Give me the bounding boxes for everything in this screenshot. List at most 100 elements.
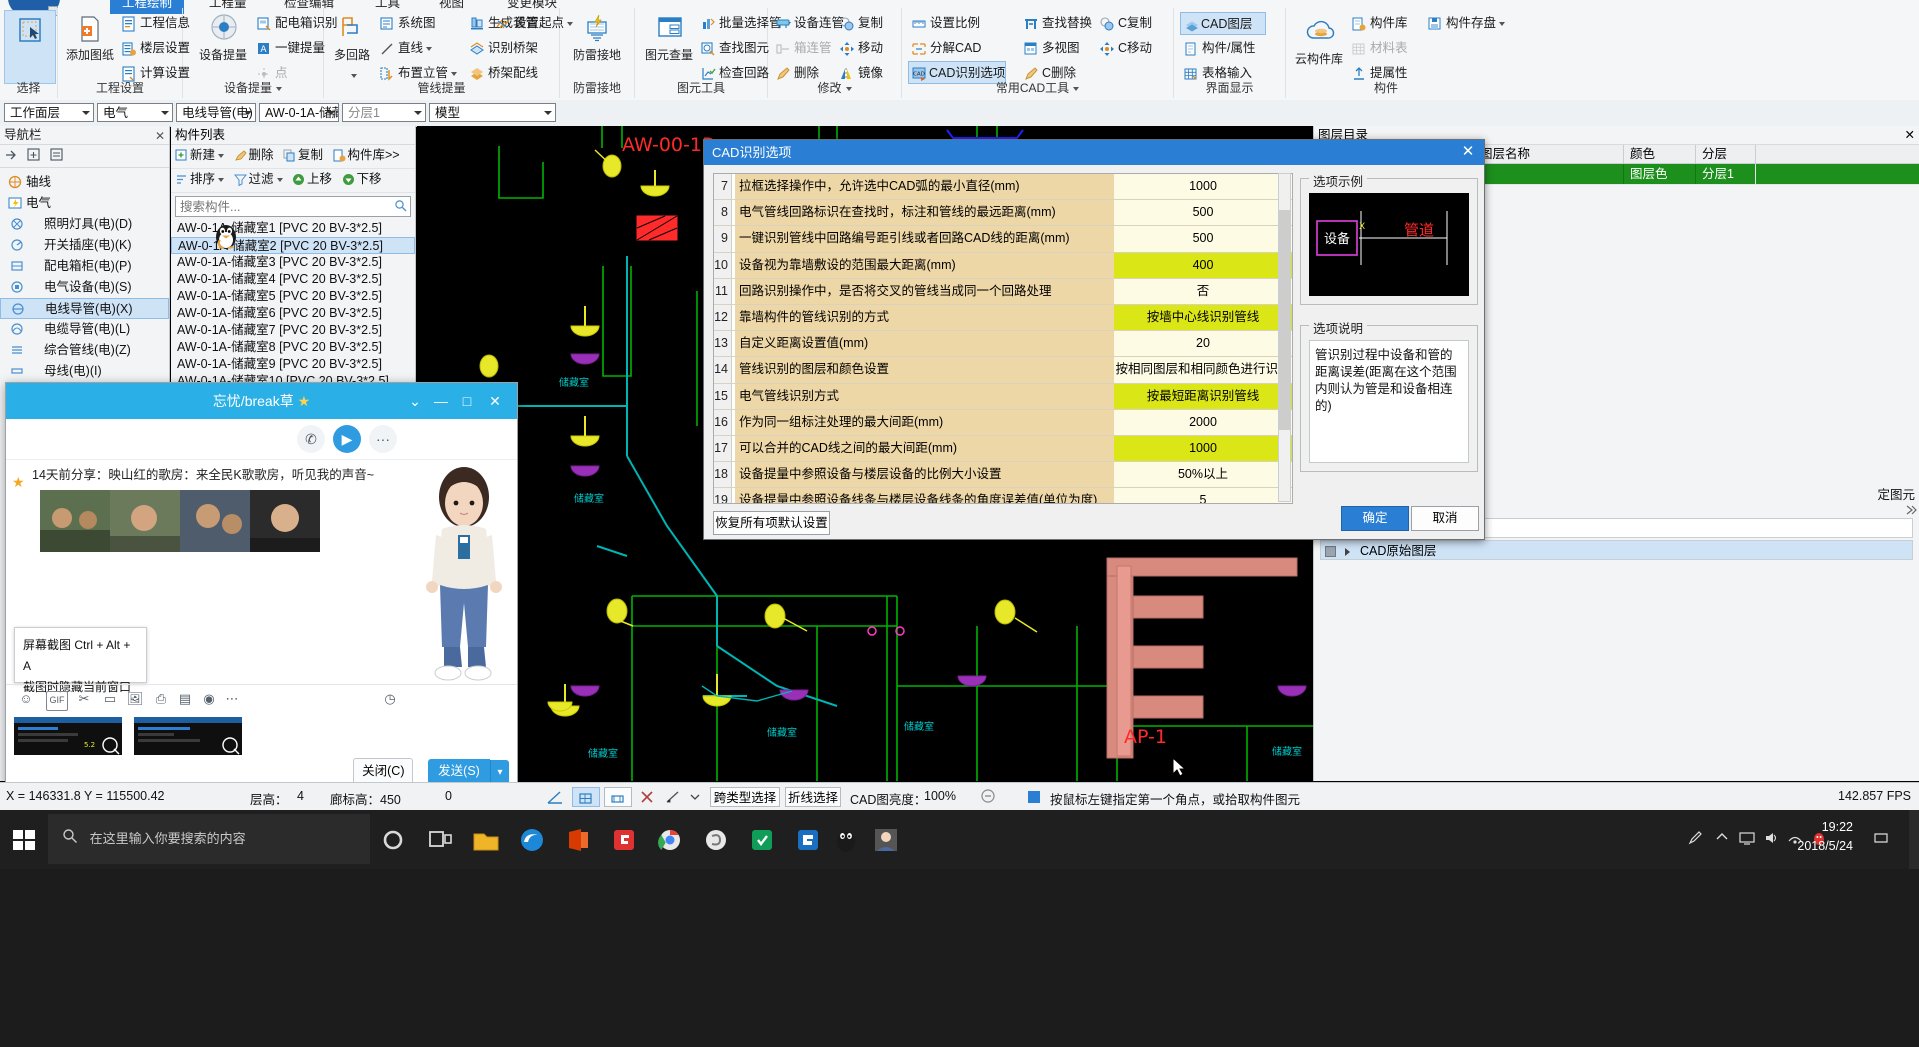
pen-icon[interactable] xyxy=(1687,830,1703,849)
list-item[interactable]: AW-0-1A-储藏室7 [PVC 20 BV-3*2.5] xyxy=(171,322,415,339)
list-item[interactable]: AW-0-1A-储藏室6 [PVC 20 BV-3*2.5] xyxy=(171,305,415,322)
minimize-button[interactable]: ⌄ xyxy=(405,391,425,411)
glodon-red-icon[interactable] xyxy=(604,820,644,860)
component-search-box[interactable] xyxy=(175,196,411,217)
row-value[interactable]: 1000 xyxy=(1114,435,1292,462)
table-row[interactable]: 8 电气管线回路标识在查找时，标注和管线的最远距离(mm) 500 xyxy=(714,200,1292,227)
shake-icon[interactable]: ⎙ xyxy=(151,691,171,709)
row-value[interactable]: 500 xyxy=(1114,226,1292,252)
component-save-button[interactable]: 构件存盘 xyxy=(1426,12,1506,35)
table-row[interactable]: 16 作为同一组标注处理的最大间距(mm) 2000 xyxy=(714,409,1292,436)
sidebar-item-busbar[interactable]: 母线(电)(I) xyxy=(0,361,169,382)
recent-screenshot-1[interactable]: 5.2 xyxy=(14,717,122,755)
list-item[interactable]: AW-0-1A-储藏室4 [PVC 20 BV-3*2.5] xyxy=(171,271,415,288)
monitor-icon[interactable] xyxy=(1739,830,1755,849)
c-copy-button[interactable]: C复制 xyxy=(1098,12,1152,35)
show-desktop-button[interactable] xyxy=(1909,810,1919,869)
row-value[interactable]: 按墙中心线识别管线 xyxy=(1114,304,1292,331)
multi-circuit-button[interactable]: 多回路 xyxy=(328,12,376,78)
qq-send-button[interactable]: 发送(S) xyxy=(428,759,490,784)
sort-button[interactable]: 排序 xyxy=(174,171,227,188)
nav-arrow-icon[interactable] xyxy=(4,147,19,162)
material-table-button[interactable]: 材料表 xyxy=(1350,37,1408,60)
recognize-tray-button[interactable]: 识别桥架 xyxy=(468,37,538,60)
options-grid[interactable]: 7 拉框选择操作中，允许选中CAD弧的最小直径(mm) 1000 8 电气管线回路标识… xyxy=(713,173,1293,504)
office-icon[interactable] xyxy=(558,820,598,860)
equipment-quantity-button[interactable]: 设备提量 xyxy=(193,12,253,63)
move-down-button[interactable]: 下移 xyxy=(341,171,385,188)
row-value[interactable]: 5 xyxy=(1114,488,1292,503)
dropdown-caret-icon[interactable] xyxy=(690,788,708,806)
qq-close-button[interactable]: 关闭(C) xyxy=(353,758,414,785)
component-property-button[interactable]: 构件/属性 xyxy=(1182,37,1255,60)
checkbox[interactable] xyxy=(1325,546,1336,558)
sidebar-item-electrical[interactable]: 电气 xyxy=(0,193,169,214)
table-row[interactable]: 12 靠墙构件的管线识别的方式 按墙中心线识别管线 xyxy=(714,304,1292,332)
lightning-ground-button[interactable]: 防雷接地 xyxy=(571,12,623,63)
one-key-quantity-button[interactable]: A 一键提量 xyxy=(255,37,325,60)
thumbnail-4[interactable] xyxy=(250,490,320,552)
sidebar-item-lighting[interactable]: 照明灯具(电)(D) xyxy=(0,214,169,235)
floor-settings-button[interactable]: 楼层设置 xyxy=(120,37,190,60)
close-icon[interactable]: ✕ xyxy=(1905,126,1915,144)
cloud-library-button[interactable]: 云构件库 xyxy=(1290,16,1348,67)
taskbar-search-box[interactable]: 在这里输入你要搜索的内容 xyxy=(48,814,370,864)
table-row[interactable]: 19 设备提量中参照设备线条与楼层设备线条的角度误差值(单位为度) 5 xyxy=(714,488,1292,503)
nav-add-icon[interactable] xyxy=(26,147,41,162)
video-icon[interactable]: ▶ xyxy=(333,425,361,453)
qq-icon[interactable] xyxy=(826,820,866,860)
app-s-icon[interactable] xyxy=(696,820,736,860)
component-type-combo[interactable]: 电线导管(电) xyxy=(176,103,256,122)
table-row[interactable]: 17 可以合并的CAD线之间的最大间距(mm) 1000 xyxy=(714,435,1292,463)
equip-connect-button[interactable]: 设备连管 xyxy=(774,12,844,35)
more-dots-icon[interactable]: ⋯ xyxy=(222,691,242,709)
restore-down-button[interactable]: — xyxy=(431,391,451,411)
measure-icon[interactable] xyxy=(664,788,682,806)
list-item[interactable]: AW-0-1A-储藏室2 [PVC 20 BV-3*2.5] xyxy=(171,237,415,254)
work-plane-layer-combo[interactable]: 工作面层 xyxy=(4,103,94,122)
project-info-button[interactable]: 工程信息 xyxy=(120,12,190,35)
select-button[interactable] xyxy=(4,14,56,48)
gld-icon[interactable] xyxy=(788,820,828,860)
folder-icon[interactable]: ▭ xyxy=(100,691,120,709)
nav-list-icon[interactable] xyxy=(49,147,64,162)
table-row[interactable]: 14 管线识别的图层和颜色设置 按相同图层和相同颜色进行识别 xyxy=(714,357,1292,384)
close-drawing-icon[interactable] xyxy=(638,788,656,806)
chevron-down-icon[interactable] xyxy=(218,177,225,182)
table-row[interactable]: 13 自定义距离设置值(mm) 20 xyxy=(714,331,1292,358)
delete-component-button[interactable]: 删除 xyxy=(233,147,277,164)
cancel-button[interactable]: 取消 xyxy=(1411,506,1479,531)
edge-icon[interactable] xyxy=(512,820,552,860)
add-drawing-button[interactable]: 添加图纸 xyxy=(64,12,116,63)
chevron-down-icon[interactable] xyxy=(218,153,225,158)
snap-toggle[interactable] xyxy=(604,787,632,807)
box-connect-button[interactable]: 箱连管 xyxy=(774,37,832,60)
ortho-toggle[interactable] xyxy=(572,787,600,807)
cad-layer-button[interactable]: CAD图层 xyxy=(1180,12,1266,35)
new-component-button[interactable]: 新建 xyxy=(174,147,227,164)
cortana-icon[interactable] xyxy=(373,820,413,860)
explode-cad-button[interactable]: 分解CAD xyxy=(910,37,981,60)
scissors-icon[interactable]: ✂ xyxy=(74,691,94,709)
brightness-slider[interactable] xyxy=(1028,791,1040,803)
scrollbar-thumb[interactable] xyxy=(1279,210,1290,430)
maximize-button[interactable]: □ xyxy=(457,391,477,411)
table-row[interactable]: 9 一键识别管线中回路编号距引线或者回路CAD线的距离(mm) 500 xyxy=(714,226,1292,253)
search-input[interactable] xyxy=(176,197,382,216)
sidebar-item-axis[interactable]: 轴线 xyxy=(0,172,169,193)
multi-view-button[interactable]: 多视图 xyxy=(1022,37,1080,60)
cross-type-select-button[interactable]: 跨类型选择 xyxy=(710,787,780,807)
sidebar-item-switch-socket[interactable]: 开关插座(电)(K) xyxy=(0,235,169,256)
thumbnail-2[interactable] xyxy=(110,490,180,552)
row-value[interactable]: 按最短距离识别管线 xyxy=(1114,383,1292,409)
ok-button[interactable]: 确定 xyxy=(1341,506,1409,531)
taskbar-clock[interactable]: 19:22 2018/5/24 xyxy=(1797,818,1853,856)
chevron-down-icon[interactable] xyxy=(276,177,283,182)
list-item[interactable]: AW-0-1A-储藏室9 [PVC 20 BV-3*2.5] xyxy=(171,356,415,373)
table-row[interactable]: 11 回路识别操作中，是否将交叉的管线当成同一个回路处理否 xyxy=(714,278,1292,305)
row-value[interactable]: 400 xyxy=(1114,252,1292,278)
sidebar-item-multi-pipe[interactable]: 综合管线(电)(Z) xyxy=(0,340,169,361)
list-item[interactable]: AW-0-1A-储藏室8 [PVC 20 BV-3*2.5] xyxy=(171,339,415,356)
element-query-button[interactable]: 图元查量 xyxy=(641,12,697,63)
table-row[interactable]: 18 设备提量中参照设备与楼层设备的比例大小设置 50%以上 xyxy=(714,462,1292,489)
